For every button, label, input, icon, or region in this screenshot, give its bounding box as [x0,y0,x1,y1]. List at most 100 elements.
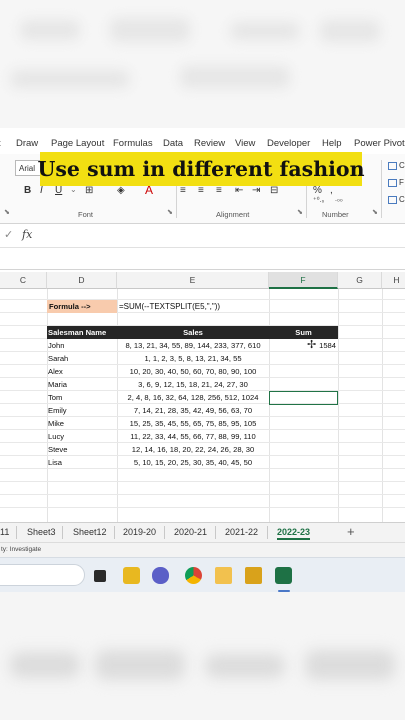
folder-icon[interactable] [215,567,232,584]
sheet-tab[interactable]: 11 [0,527,9,537]
name-cell[interactable]: Emily [48,404,116,417]
add-sheet-button[interactable]: + [347,524,355,539]
increase-indent-icon[interactable]: ⇥ [252,185,260,196]
name-cell[interactable]: Steve [48,443,116,456]
sales-cell[interactable]: 5, 10, 15, 20, 25, 30, 35, 40, 45, 50 [117,456,269,469]
dialog-launcher-icon[interactable]: ⬊ [372,208,378,216]
sheet-tab[interactable]: Sheet12 [73,527,107,537]
sum-cell[interactable]: 1584 [269,339,337,352]
header-sales[interactable]: Sales [117,326,269,339]
sheet-tab[interactable]: Sheet3 [27,527,56,537]
pin-icon[interactable] [123,567,140,584]
italic-button[interactable]: I [40,185,43,196]
sheet-tab-active[interactable]: 2022-23 [277,527,311,540]
sum-cell[interactable] [269,352,337,365]
column-header-c[interactable]: C [0,272,47,289]
fx-label[interactable]: fx [22,228,32,241]
name-cell[interactable]: Alex [48,365,116,378]
menu-item-partial[interactable]: t [0,138,1,149]
name-cell[interactable]: John [48,339,116,352]
underline-button[interactable]: U [55,185,62,196]
conditional-formatting-item[interactable]: C [388,161,405,170]
menu-item-view[interactable]: View [235,138,255,149]
sum-cell[interactable] [269,456,337,469]
sales-cell[interactable]: 2, 4, 8, 16, 32, 64, 128, 256, 512, 1024 [117,391,269,404]
sales-cell[interactable]: 8, 13, 21, 34, 55, 89, 144, 233, 377, 61… [117,339,269,352]
formula-input[interactable] [0,248,405,270]
column-header-h[interactable]: H [382,272,405,289]
sum-cell[interactable] [269,443,337,456]
selected-sum-cell[interactable] [269,391,338,405]
cell-styles-item[interactable]: C [388,195,405,204]
name-cell[interactable]: Lucy [48,430,116,443]
column-header-f[interactable]: F [269,272,338,289]
align-left-icon[interactable]: ≡ [180,185,186,196]
accessibility-status[interactable]: ty: Investigate [1,546,41,553]
sales-cell[interactable]: 7, 14, 21, 28, 35, 42, 49, 56, 63, 70 [117,404,269,417]
menu-item-developer[interactable]: Developer [267,138,310,149]
sum-cell[interactable] [269,365,337,378]
store-icon[interactable] [245,567,262,584]
taskbar-search[interactable] [0,564,85,586]
bold-button[interactable]: B [24,185,31,196]
sales-cell[interactable]: 12, 14, 16, 18, 20, 22, 24, 26, 28, 30 [117,443,269,456]
chrome-icon[interactable] [185,567,202,584]
menu-item-power-pivot[interactable]: Power Pivot [354,138,405,149]
decrease-decimal-icon[interactable]: .₀₀ [335,196,343,203]
merge-icon[interactable]: ⊟ [270,185,278,196]
sheet-tab[interactable]: 2021-22 [225,527,258,537]
menu-item-page-layout[interactable]: Page Layout [51,138,104,149]
fill-color-icon[interactable]: ◈ [117,185,125,196]
decrease-indent-icon[interactable]: ⇤ [235,185,243,196]
formula-label-cell[interactable]: Formula --> [47,300,117,313]
desktop-icon[interactable] [94,570,106,582]
name-cell[interactable]: Mike [48,417,116,430]
sum-cell[interactable] [269,430,337,443]
sales-cell[interactable]: 10, 20, 30, 40, 50, 60, 70, 80, 90, 100 [117,365,269,378]
sheet-tabs: 11 Sheet3 Sheet12 2019-20 2020-21 2021-2… [0,522,405,542]
borders-icon[interactable]: ⊞ [85,185,93,196]
chevron-down-icon[interactable]: ⌄ [70,185,77,194]
tab-divider [215,526,216,539]
increase-decimal-icon[interactable]: ⁺⁰.₀ [313,196,324,204]
percent-icon[interactable]: % [313,185,322,196]
check-icon[interactable]: ✓ [4,228,13,241]
comma-style-icon[interactable]: , [330,185,333,196]
dialog-launcher-icon[interactable]: ⬊ [297,208,303,216]
tab-divider [114,526,115,539]
worksheet-grid[interactable]: C D E F G H Formula --> =SUM(--TEXTSPLIT… [0,272,405,522]
name-cell[interactable]: Tom [48,391,116,404]
excel-icon[interactable] [275,567,292,584]
sales-cell[interactable]: 15, 25, 35, 45, 55, 65, 75, 85, 95, 105 [117,417,269,430]
align-right-icon[interactable]: ≡ [216,185,222,196]
sales-cell[interactable]: 1, 1, 2, 3, 5, 8, 13, 21, 34, 55 [117,352,269,365]
name-cell[interactable]: Maria [48,378,116,391]
column-header-d[interactable]: D [47,272,117,289]
dialog-launcher-icon[interactable]: ⬊ [167,208,173,216]
menu-item-help[interactable]: Help [322,138,342,149]
menu-item-review[interactable]: Review [194,138,225,149]
name-cell[interactable]: Lisa [48,456,116,469]
sum-cell[interactable] [269,404,337,417]
ribbon-tabs: t Draw Page Layout Formulas Data Review … [0,134,405,154]
menu-item-draw[interactable]: Draw [16,138,38,149]
align-center-icon[interactable]: ≡ [198,185,204,196]
column-header-g[interactable]: G [338,272,382,289]
header-sum[interactable]: Sum [269,326,338,339]
chat-icon[interactable] [152,567,169,584]
dialog-launcher-icon[interactable]: ⬊ [4,208,10,216]
sheet-tab[interactable]: 2019-20 [123,527,156,537]
name-cell[interactable]: Sarah [48,352,116,365]
menu-item-data[interactable]: Data [163,138,183,149]
sales-cell[interactable]: 3, 6, 9, 12, 15, 18, 21, 24, 27, 30 [117,378,269,391]
sheet-tab[interactable]: 2020-21 [174,527,207,537]
column-header-e[interactable]: E [117,272,269,289]
menu-item-formulas[interactable]: Formulas [113,138,153,149]
header-salesman-name[interactable]: Salesman Name [47,326,117,339]
blurred-background-top [0,0,405,128]
formula-text-cell[interactable]: =SUM(--TEXTSPLIT(E5,",")) [119,300,269,313]
sum-cell[interactable] [269,417,337,430]
sales-cell[interactable]: 11, 22, 33, 44, 55, 66, 77, 88, 99, 110 [117,430,269,443]
sum-cell[interactable] [269,378,337,391]
format-as-table-item[interactable]: F [388,178,404,187]
